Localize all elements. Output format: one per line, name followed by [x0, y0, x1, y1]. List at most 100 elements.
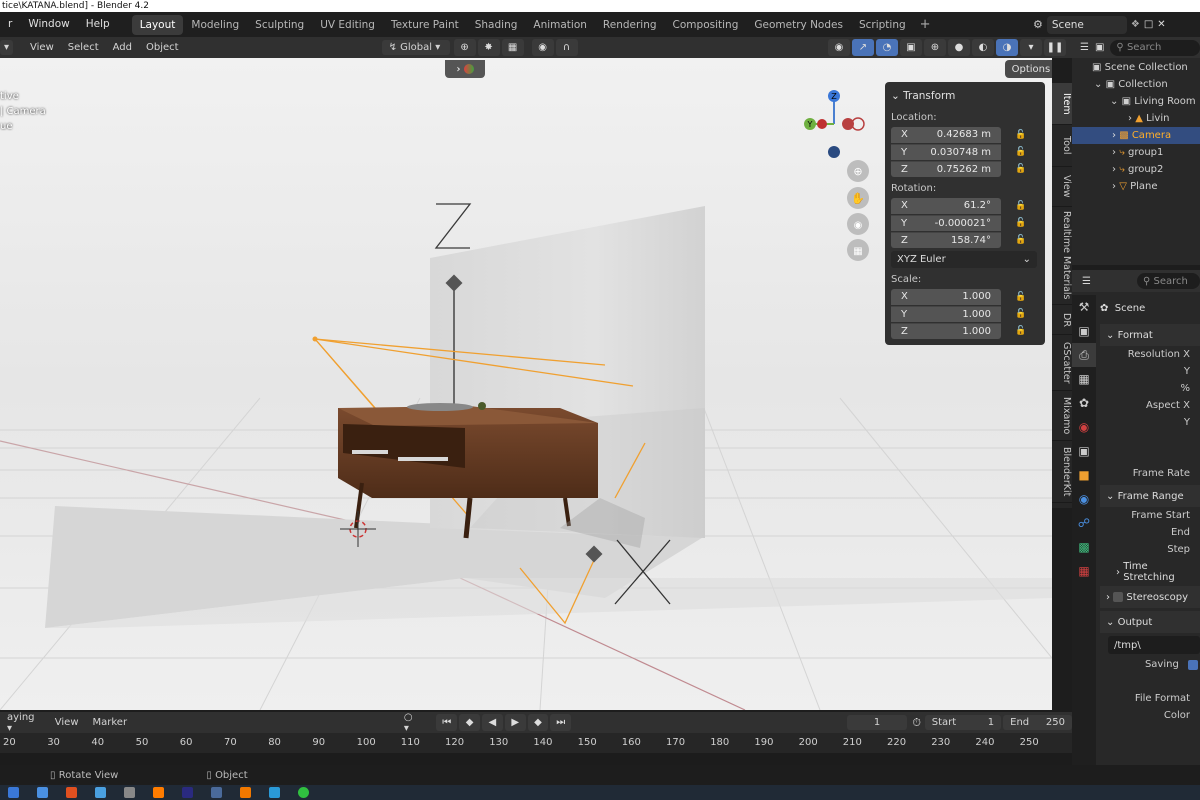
tab-animation[interactable]: Animation: [525, 15, 595, 35]
shading-options-icon[interactable]: ▾: [1020, 39, 1042, 56]
jump-end-icon[interactable]: ⏭: [550, 714, 572, 731]
transform-header[interactable]: ⌄ Transform: [891, 86, 1039, 106]
tool-tab-icon[interactable]: ⚒: [1072, 295, 1096, 319]
tab-realtime-materials[interactable]: Realtime Materials: [1052, 207, 1072, 305]
proportional-edit-icon[interactable]: ◉: [531, 39, 554, 56]
lock-icon[interactable]: 🔓: [1015, 235, 1026, 245]
gizmo-toggle-icon[interactable]: ↗: [852, 39, 874, 56]
tab-shading[interactable]: Shading: [467, 15, 526, 35]
telegram-icon[interactable]: [269, 787, 280, 798]
menu-file[interactable]: r: [0, 12, 20, 37]
tab-mixamo[interactable]: Mixamo: [1052, 391, 1072, 441]
tab-item[interactable]: Item: [1052, 83, 1072, 125]
editor-type-dropdown[interactable]: ▾: [0, 40, 14, 55]
tab-compositing[interactable]: Compositing: [665, 15, 747, 35]
tab-layout[interactable]: Layout: [131, 14, 184, 35]
auto-keying-icon[interactable]: ○ ▾: [397, 710, 427, 736]
shading-solid-icon[interactable]: ●: [948, 39, 970, 56]
rotation-x-field[interactable]: X 61.2°: [891, 197, 1001, 214]
outliner-row-livin[interactable]: › ▲ Livin: [1072, 110, 1200, 127]
next-keyframe-icon[interactable]: ◆: [527, 714, 549, 731]
outliner-row-camera[interactable]: › ▩ Camera: [1072, 127, 1200, 144]
menu-add[interactable]: Add: [106, 40, 139, 55]
tab-dr[interactable]: DR: [1052, 305, 1072, 335]
lock-icon[interactable]: 🔓: [1015, 147, 1026, 157]
end-frame-field[interactable]: End 250: [1003, 715, 1072, 730]
outliner-row-plane[interactable]: › ▽ Plane: [1072, 178, 1200, 195]
outliner-row-living-room[interactable]: ⌄ ▣ Living Room: [1072, 93, 1200, 110]
new-scene-icon[interactable]: □: [1144, 19, 1153, 30]
output-path-field[interactable]: /tmp\: [1108, 636, 1200, 654]
lock-icon[interactable]: 🔓: [1015, 130, 1026, 140]
collection-tab-icon[interactable]: ▣: [1072, 439, 1096, 463]
outliner-search-input[interactable]: ⚲ Search: [1110, 39, 1200, 56]
playback-menu[interactable]: aying ▾: [0, 710, 48, 736]
tab-rendering[interactable]: Rendering: [595, 15, 665, 35]
tab-modeling[interactable]: Modeling: [183, 15, 247, 35]
lock-icon[interactable]: 🔓: [1015, 164, 1026, 174]
after-effects-icon[interactable]: [182, 787, 193, 798]
timeline-track[interactable]: [0, 753, 1072, 765]
tab-uv-editing[interactable]: UV Editing: [312, 15, 383, 35]
stopwatch-icon[interactable]: ⏱: [912, 716, 921, 730]
location-x-field[interactable]: X 0.42683 m: [891, 126, 1001, 143]
scene-tab-icon[interactable]: ✿: [1072, 391, 1096, 415]
format-section-header[interactable]: ⌄ Format: [1100, 324, 1200, 346]
pause-render-icon[interactable]: ❚❚: [1044, 39, 1066, 56]
outliner-row-group2[interactable]: › ⤷ group2: [1072, 161, 1200, 178]
data-tab-icon[interactable]: ▩: [1072, 535, 1096, 559]
menu-window[interactable]: Window: [20, 12, 77, 37]
overlays-toggle-icon[interactable]: ◔: [876, 39, 898, 56]
options-dropdown[interactable]: Options ▾: [1005, 60, 1052, 78]
scale-y-field[interactable]: Y 1.000: [891, 305, 1001, 322]
tab-blenderkit[interactable]: BlenderKit: [1052, 441, 1072, 503]
app-icon[interactable]: [124, 787, 135, 798]
menu-object[interactable]: Object: [139, 40, 186, 55]
lock-icon[interactable]: 🔓: [1015, 292, 1026, 302]
outliner-row-group1[interactable]: › ⤷ group1: [1072, 144, 1200, 161]
collapsed-toolbar-button[interactable]: ›: [445, 60, 485, 78]
scene-name[interactable]: Scene: [1046, 15, 1127, 34]
app-icon[interactable]: [211, 787, 222, 798]
display-mode-icon[interactable]: ▣: [1095, 42, 1104, 53]
rotation-y-field[interactable]: Y -0.000021°: [891, 214, 1001, 231]
marker-menu[interactable]: Marker: [86, 715, 135, 730]
object-tab-icon[interactable]: ■: [1072, 463, 1096, 487]
frame-range-section-header[interactable]: ⌄ Frame Range: [1100, 485, 1200, 507]
shading-rendered-icon[interactable]: ◑: [996, 39, 1018, 56]
falloff-icon[interactable]: ∩: [555, 39, 578, 56]
menu-view[interactable]: View: [23, 40, 61, 55]
location-z-field[interactable]: Z 0.75262 m: [891, 160, 1001, 177]
world-tab-icon[interactable]: ◉: [1072, 415, 1096, 439]
add-workspace-button[interactable]: +: [914, 17, 937, 32]
physics-tab-icon[interactable]: ◉: [1072, 487, 1096, 511]
lock-icon[interactable]: 🔓: [1015, 218, 1026, 228]
explorer-icon[interactable]: [8, 787, 19, 798]
illustrator-icon[interactable]: [153, 787, 164, 798]
jump-start-icon[interactable]: ⏮: [436, 714, 458, 731]
outliner-row-scene-collection[interactable]: ▣ Scene Collection: [1072, 59, 1200, 76]
rotation-z-field[interactable]: Z 158.74°: [891, 231, 1001, 248]
render-tab-icon[interactable]: ▣: [1072, 319, 1096, 343]
blender-icon[interactable]: [240, 787, 251, 798]
scale-x-field[interactable]: X 1.000: [891, 288, 1001, 305]
output-section-header[interactable]: ⌄ Output: [1100, 611, 1200, 633]
scene-selector[interactable]: ⚙ Scene ❖ □ ✕: [1033, 14, 1200, 35]
current-frame-field[interactable]: 1: [847, 715, 907, 730]
tab-scripting[interactable]: Scripting: [851, 15, 914, 35]
snap-increment-icon[interactable]: ▦: [501, 39, 524, 56]
menu-select[interactable]: Select: [61, 40, 106, 55]
texture-tab-icon[interactable]: ▦: [1072, 559, 1096, 583]
play-reverse-icon[interactable]: ◀: [481, 714, 503, 731]
constraints-tab-icon[interactable]: ☍: [1072, 511, 1096, 535]
saving-checkbox[interactable]: [1188, 659, 1198, 670]
snap-icon[interactable]: ✸: [477, 39, 500, 56]
brave-icon[interactable]: [66, 787, 77, 798]
lock-icon[interactable]: 🔓: [1015, 326, 1026, 336]
delete-scene-icon[interactable]: ✕: [1157, 19, 1165, 30]
tab-texture-paint[interactable]: Texture Paint: [383, 15, 467, 35]
outliner-row-collection[interactable]: ⌄ ▣ Collection: [1072, 76, 1200, 93]
pin-icon[interactable]: ❖: [1131, 19, 1140, 30]
properties-search-input[interactable]: ⚲ Search: [1136, 273, 1200, 289]
tab-sculpting[interactable]: Sculpting: [247, 15, 312, 35]
